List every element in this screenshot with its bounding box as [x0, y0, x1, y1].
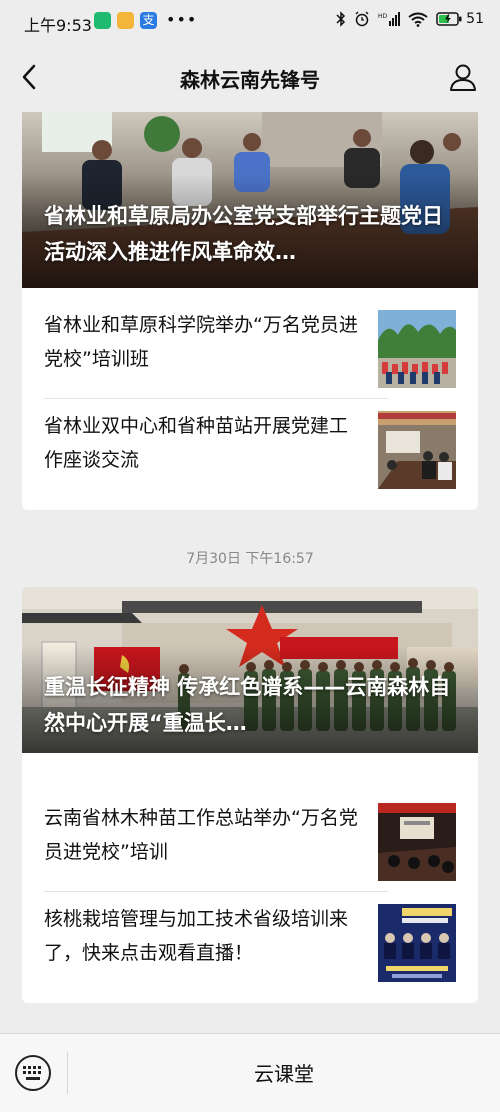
article-title: 省林业双中心和省种苗站开展党建工作座谈交流 [44, 415, 349, 471]
hero-title: 省林业和草原局办公室党支部举行主题党日活动深入推进作风革命效… [44, 204, 443, 264]
thumbnail-course-poster [378, 904, 456, 982]
message-timestamp: 7月30日 下午16:57 [186, 551, 314, 567]
article-thumbnail [378, 411, 456, 489]
nav-bar: 森林云南先锋号 [0, 42, 500, 112]
battery-percent: 51 [466, 11, 484, 27]
svg-text:HD: HD [378, 13, 388, 20]
article-group-card: 省林业和草原局办公室党支部举行主题党日活动深入推进作风革命效… 省林业和草原科学… [22, 112, 478, 510]
wechat-notification-icon [94, 12, 111, 29]
more-notifications-icon: ••• [166, 10, 198, 29]
article-thumbnail [378, 310, 456, 388]
bottom-menu-bar: 云课堂 [0, 1033, 500, 1112]
menu-button-cloud-classroom[interactable]: 云课堂 [68, 1058, 500, 1087]
thumbnail-meeting-room [378, 411, 456, 489]
article-thumbnail [378, 803, 456, 881]
wifi-icon [408, 12, 428, 27]
thumbnail-training-room [378, 803, 456, 881]
status-indicators: HD 51 [336, 11, 484, 27]
article-list-item[interactable]: 核桃栽培管理与加工技术省级培训来了，快来点击观看直播！ [44, 892, 478, 992]
alipay-notification-icon: 支 [140, 12, 157, 29]
article-group-card: 重温长征精神 传承红色谱系——云南森林自然中心开展“重温长… 云南省林木种苗工作… [22, 587, 478, 1003]
bluetooth-icon [336, 11, 346, 27]
page-title: 森林云南先锋号 [180, 68, 320, 92]
hero-title: 重温长征精神 传承红色谱系——云南森林自然中心开展“重温长… [44, 675, 451, 735]
article-title: 核桃栽培管理与加工技术省级培训来了，快来点击观看直播！ [44, 908, 349, 964]
user-icon[interactable] [448, 62, 478, 92]
article-title: 省林业和草原科学院举办“万名党员进党校”培训班 [44, 314, 358, 370]
status-bar: 上午9:53 支 ••• HD 51 [0, 0, 500, 42]
status-time: 上午9:53 [24, 16, 92, 35]
article-list-item[interactable]: 省林业和草原科学院举办“万名党员进党校”培训班 [44, 298, 478, 398]
hero-article[interactable]: 省林业和草原局办公室党支部举行主题党日活动深入推进作风革命效… [22, 112, 478, 288]
app-notification-icon [117, 12, 134, 29]
article-title: 云南省林木种苗工作总站举办“万名党员进党校”培训 [44, 807, 358, 863]
thumbnail-group-photo [378, 310, 456, 388]
alarm-icon [355, 11, 369, 27]
article-thumbnail [378, 904, 456, 982]
battery-icon [436, 12, 462, 26]
keyboard-icon[interactable] [14, 1054, 52, 1092]
article-list-item[interactable]: 云南省林木种苗工作总站举办“万名党员进党校”培训 [44, 791, 478, 891]
signal-hd-icon: HD [378, 12, 401, 26]
battery-indicator: 51 [436, 11, 484, 27]
article-list-item[interactable]: 省林业双中心和省种苗站开展党建工作座谈交流 [44, 399, 478, 499]
hero-article[interactable]: 重温长征精神 传承红色谱系——云南森林自然中心开展“重温长… [22, 587, 478, 753]
